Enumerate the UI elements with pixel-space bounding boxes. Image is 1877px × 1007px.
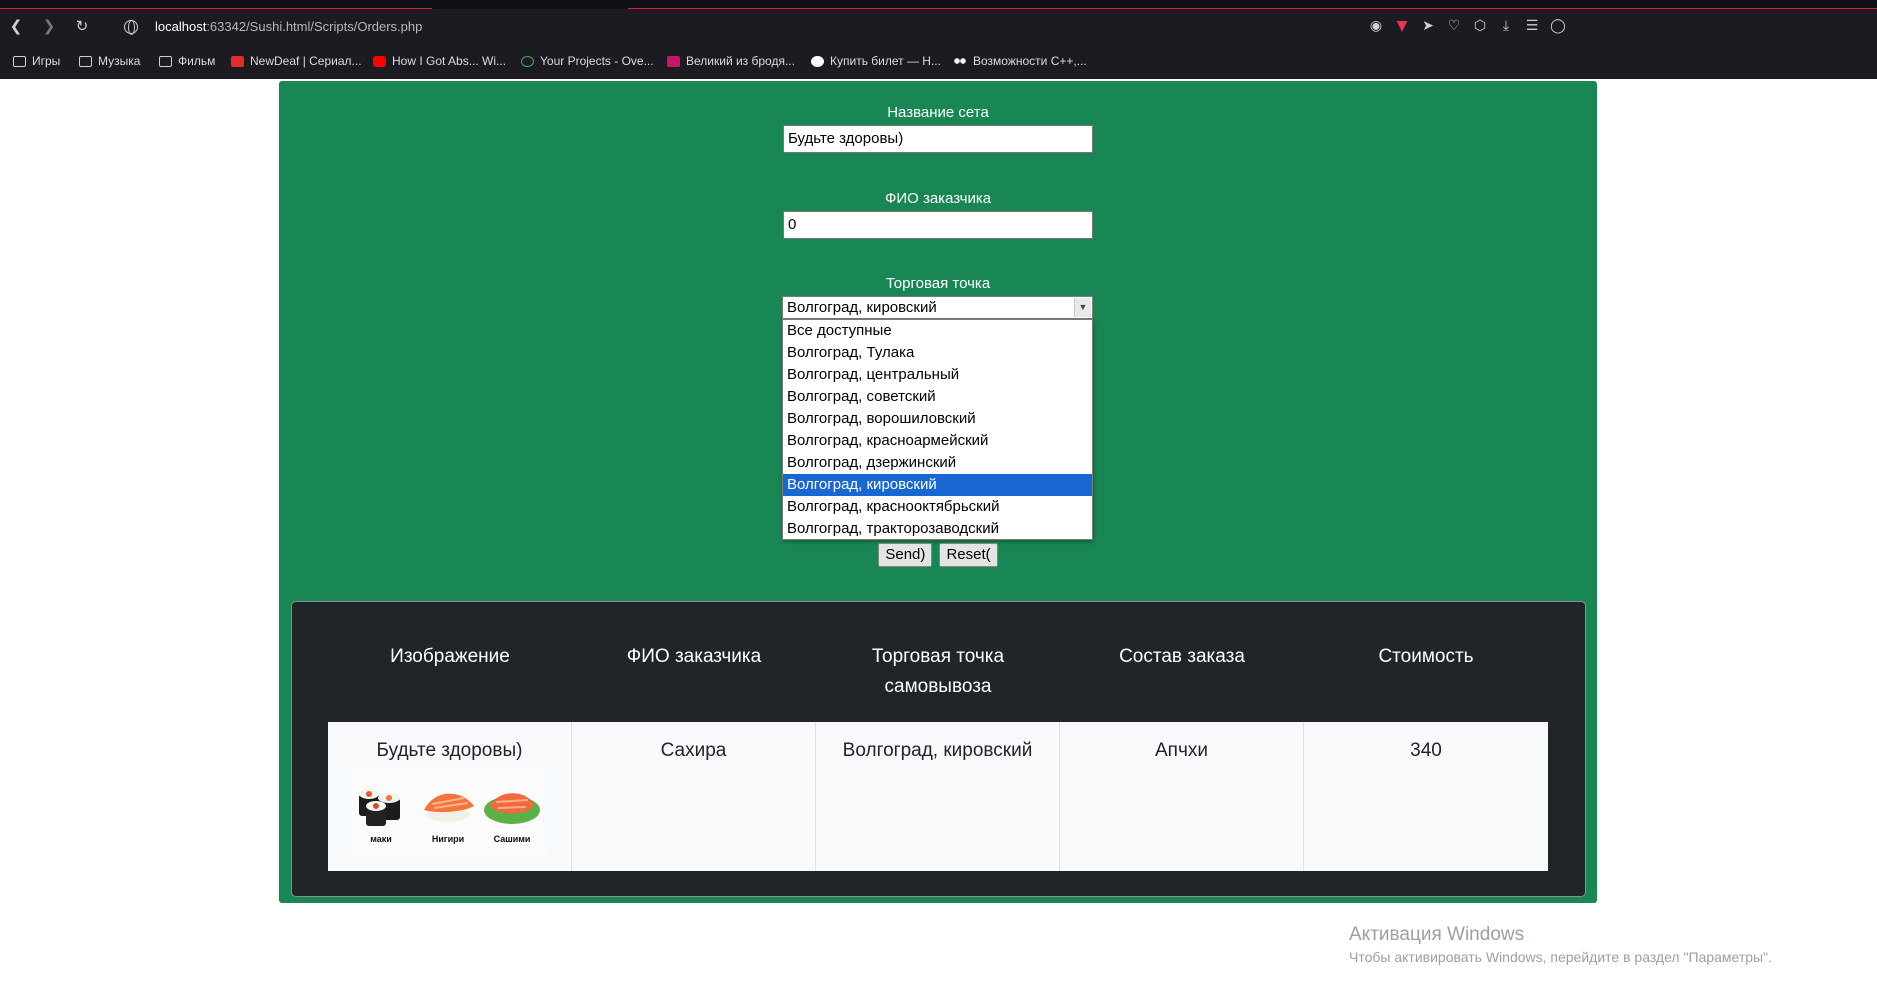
newdeaf-icon: [231, 55, 244, 67]
customer-input[interactable]: 0: [783, 211, 1093, 239]
bookmark-label: Your Projects - Ove...: [540, 54, 654, 68]
point-select[interactable]: Волгоград, кировский ▼: [782, 296, 1093, 319]
table-row: Будьте здоровы) маки Нигири Сашими Сахир…: [328, 722, 1548, 871]
profile-icon[interactable]: ◯: [1550, 18, 1566, 34]
nigiri-image: [424, 793, 474, 822]
bookmark-link[interactable]: NewDeaf | Сериал...: [231, 53, 362, 69]
bookmark-folder[interactable]: Музыка: [79, 53, 140, 69]
windows-activation-watermark: Активация Windows Чтобы активировать Win…: [1349, 924, 1772, 965]
bookmarks-bar: Игры Музыка Фильм NewDeaf | Сериал... Ho…: [0, 50, 1877, 72]
watermark-subtitle: Чтобы активировать Windows, перейдите в …: [1349, 949, 1772, 965]
heart-icon[interactable]: ♡: [1446, 18, 1462, 34]
bookmark-label: How I Got Abs... Wi...: [392, 54, 507, 68]
composition-cell: Апчхи: [1060, 722, 1304, 871]
dots-icon: [954, 55, 967, 67]
point-option[interactable]: Волгоград, красноармейский: [783, 430, 1092, 452]
point-option[interactable]: Все доступные: [783, 320, 1092, 342]
bookmark-folder[interactable]: Фильм: [159, 53, 215, 69]
watermark-title: Активация Windows: [1349, 924, 1525, 945]
column-header: Состав заказа: [1119, 646, 1245, 667]
bookmark-label: Великий из бродя...: [686, 54, 795, 68]
point-option[interactable]: Волгоград, центральный: [783, 364, 1092, 386]
youtube-icon: [373, 55, 386, 67]
camera-icon[interactable]: ◉: [1368, 18, 1384, 34]
order-panel: Название сета Будьте здоровы) ФИО заказч…: [279, 81, 1597, 903]
send-button[interactable]: Send): [878, 543, 933, 567]
folder-icon: [13, 55, 26, 67]
bookmark-label: NewDeaf | Сериал...: [250, 54, 362, 68]
customer-cell: Сахира: [572, 722, 816, 871]
sushi-image: маки Нигири Сашими: [348, 768, 548, 854]
table-header: Изображение ФИО заказчика Торговая точка…: [328, 642, 1548, 702]
form-buttons: Send) Reset(: [279, 543, 1597, 567]
bookmark-label: Фильм: [178, 54, 216, 68]
reload-icon[interactable]: ↻: [74, 18, 90, 34]
point-option[interactable]: Волгоград, краснооктябрьский: [783, 496, 1092, 518]
set-name-field: Название сета Будьте здоровы): [279, 103, 1597, 153]
set-name-label: Название сета: [887, 104, 989, 121]
point-option-selected[interactable]: Волгоград, кировский: [783, 474, 1092, 496]
url-host: localhost: [155, 19, 207, 34]
column-header: ФИО заказчика: [626, 646, 762, 667]
browser-tab-active[interactable]: [0, 0, 432, 9]
bookmark-label: Купить билет — Н...: [830, 54, 941, 68]
orders-table: Изображение ФИО заказчика Торговая точка…: [291, 601, 1586, 897]
column-header: Торговая точка самовывоза: [871, 646, 1005, 697]
download-icon[interactable]: ⤓: [1498, 18, 1514, 34]
folder-icon: [79, 55, 92, 67]
set-name-cell-text: Будьте здоровы): [376, 740, 523, 761]
point-dropdown-list: Все доступные Волгоград, Тулака Волгогра…: [782, 319, 1093, 540]
point-option[interactable]: Волгоград, тракторозаводский: [783, 518, 1092, 539]
bookmark-label: Музыка: [98, 54, 141, 68]
point-label: Торговая точка: [885, 275, 991, 292]
point-option[interactable]: Волгоград, ворошиловский: [783, 408, 1092, 430]
cube-icon[interactable]: ⬡: [1472, 18, 1488, 34]
bookmark-link[interactable]: Возможности С++,...: [954, 53, 1087, 69]
maki-image: [359, 789, 400, 826]
sashimi-image: [484, 793, 540, 824]
address-bar[interactable]: localhost:63342/Sushi.html/Scripts/Order…: [155, 19, 422, 34]
bookmark-folder[interactable]: Игры: [13, 53, 60, 69]
bookmark-label: Возможности С++,...: [973, 54, 1087, 68]
customer-field: ФИО заказчика 0: [279, 189, 1597, 239]
maki-label: маки: [370, 834, 392, 844]
bookmark-link[interactable]: Купить билет — Н...: [811, 53, 941, 69]
bookmark-link[interactable]: How I Got Abs... Wi...: [373, 53, 506, 69]
chevron-down-icon[interactable]: ▼: [1074, 298, 1091, 317]
point-option[interactable]: Волгоград, Тулака: [783, 342, 1092, 364]
sashimi-label: Сашими: [493, 834, 531, 844]
folder-icon: [159, 55, 172, 67]
anime-icon: [667, 55, 680, 67]
url-path: :63342/Sushi.html/Scripts/Orders.php: [206, 19, 423, 34]
price-cell: 340: [1410, 740, 1442, 761]
browser-tab[interactable]: [628, 0, 1877, 9]
bookmark-link[interactable]: Великий из бродя...: [667, 53, 795, 69]
send-icon[interactable]: ➤: [1420, 18, 1436, 34]
customer-label: ФИО заказчика: [884, 190, 992, 207]
bookmark-label: Игры: [32, 54, 61, 68]
menu-icon[interactable]: ☰: [1524, 18, 1540, 34]
back-icon[interactable]: ❮: [8, 18, 24, 34]
point-cell: Волгоград, кировский: [816, 722, 1060, 871]
point-option[interactable]: Волгоград, дзержинский: [783, 452, 1092, 474]
bookmark-link[interactable]: Your Projects - Ove...: [521, 53, 654, 69]
browser-chrome: ❮ ❯ ↻ localhost:63342/Sushi.html/Scripts…: [0, 0, 1877, 79]
h-icon: [811, 55, 824, 67]
column-header: Стоимость: [1378, 646, 1474, 667]
shield-icon[interactable]: ▼: [1394, 18, 1410, 34]
nigiri-label: Нигири: [431, 834, 465, 844]
overleaf-icon: [521, 55, 534, 67]
tab-strip: [0, 0, 1877, 9]
column-header: Изображение: [390, 646, 510, 667]
site-info-icon[interactable]: [124, 20, 138, 35]
image-cell: Будьте здоровы) маки Нигири Сашими: [328, 722, 572, 871]
point-option[interactable]: Волгоград, советский: [783, 386, 1092, 408]
forward-icon[interactable]: ❯: [41, 18, 57, 34]
point-selected-value: Волгоград, кировский: [787, 299, 937, 316]
point-field: Торговая точка: [279, 274, 1597, 294]
set-name-input[interactable]: Будьте здоровы): [783, 125, 1093, 153]
reset-button[interactable]: Reset(: [939, 543, 998, 567]
